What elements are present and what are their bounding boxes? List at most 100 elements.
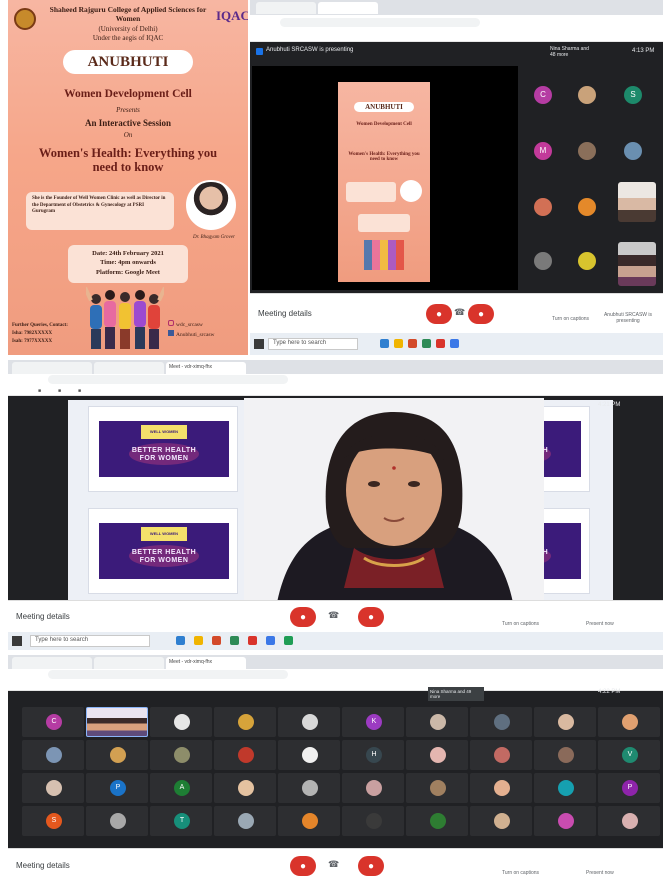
taskbar-app-icon[interactable]	[248, 636, 257, 645]
mic-off-button[interactable]: ●	[290, 607, 316, 627]
present-now-button[interactable]: Anubhuti SRCASW is presenting	[600, 312, 656, 324]
participant-tile[interactable]: P	[598, 773, 660, 803]
participant-tile[interactable]	[470, 707, 532, 737]
participant-tile[interactable]	[278, 806, 340, 836]
participant-tile[interactable]: V	[598, 740, 660, 770]
participant-tile[interactable]	[22, 773, 84, 803]
participant-tile[interactable]	[22, 740, 84, 770]
participant-tile[interactable]	[278, 707, 340, 737]
taskbar-app-icon[interactable]	[176, 636, 185, 645]
windows-start-icon[interactable]	[12, 636, 22, 646]
participant-tile[interactable]	[406, 773, 468, 803]
participant-tile[interactable]	[534, 740, 596, 770]
meeting-details-button[interactable]: Meeting details	[258, 309, 312, 318]
browser-tab[interactable]	[12, 362, 92, 374]
captions-button[interactable]: Turn on captions	[502, 870, 539, 876]
participant-tile[interactable]	[214, 740, 276, 770]
taskbar-app-icon[interactable]	[212, 636, 221, 645]
end-call-icon[interactable]: ☎	[328, 859, 339, 870]
participant-avatar[interactable]	[578, 198, 596, 216]
participant-tile[interactable]	[342, 806, 404, 836]
participant-tile[interactable]: T	[150, 806, 212, 836]
end-call-icon[interactable]: ☎	[454, 307, 465, 318]
camera-off-button[interactable]: ●	[358, 607, 384, 627]
captions-button[interactable]: Turn on captions	[502, 621, 539, 627]
taskbar-search[interactable]: Type here to search	[268, 338, 358, 350]
address-bar[interactable]	[48, 375, 288, 384]
participant-tile[interactable]	[470, 773, 532, 803]
participant-tile[interactable]	[214, 707, 276, 737]
participant-tile[interactable]: P	[86, 773, 148, 803]
participant-tile[interactable]	[470, 806, 532, 836]
participant-tile[interactable]: H	[342, 740, 404, 770]
speaker-video[interactable]	[244, 398, 544, 620]
taskbar-app-icon[interactable]	[284, 636, 293, 645]
camera-off-button[interactable]: ●	[468, 304, 494, 324]
participant-tile[interactable]	[278, 773, 340, 803]
participant-tile[interactable]	[598, 806, 660, 836]
folder-icon[interactable]	[194, 636, 203, 645]
browser-tab[interactable]	[12, 657, 92, 669]
participant-avatar[interactable]	[578, 252, 596, 270]
folder-icon[interactable]	[394, 339, 403, 348]
taskbar-app-icon[interactable]	[230, 636, 239, 645]
participant-avatar[interactable]	[578, 86, 596, 104]
meeting-details-button[interactable]: Meeting details	[16, 861, 70, 870]
participant-avatar[interactable]: C	[534, 86, 552, 104]
bookmark-item[interactable]: ■	[58, 388, 61, 394]
meeting-details-button[interactable]: Meeting details	[16, 612, 70, 621]
participant-tile[interactable]	[406, 740, 468, 770]
participant-tile[interactable]	[534, 707, 596, 737]
windows-start-icon[interactable]	[254, 339, 264, 349]
browser-tab-active[interactable]: Meet - vdr-ximq-fhx	[166, 657, 246, 669]
camera-off-button[interactable]: ●	[358, 856, 384, 876]
participant-tile[interactable]	[150, 740, 212, 770]
participant-avatar[interactable]	[578, 142, 596, 160]
chrome-icon[interactable]	[266, 636, 275, 645]
bookmark-item[interactable]: ■	[38, 388, 41, 394]
participant-tile[interactable]: C	[22, 707, 84, 737]
participant-tile[interactable]	[342, 773, 404, 803]
present-now-button[interactable]: Present now	[586, 621, 614, 627]
participant-tile[interactable]	[598, 707, 660, 737]
participant-tile[interactable]	[86, 740, 148, 770]
browser-tab-active[interactable]	[318, 2, 378, 14]
participant-tile[interactable]	[214, 773, 276, 803]
mic-off-button[interactable]: ●	[290, 856, 316, 876]
participant-video[interactable]	[618, 182, 656, 222]
participant-tile[interactable]	[278, 740, 340, 770]
participant-tile[interactable]	[534, 773, 596, 803]
bookmark-item[interactable]: ■	[78, 388, 81, 394]
participant-tile[interactable]	[214, 806, 276, 836]
participant-tile[interactable]: S	[22, 806, 84, 836]
participant-tile[interactable]	[150, 707, 212, 737]
participant-avatar[interactable]: S	[624, 86, 642, 104]
taskbar-app-icon[interactable]	[436, 339, 445, 348]
present-now-button[interactable]: Present now	[586, 870, 614, 876]
participant-avatar[interactable]	[624, 142, 642, 160]
participant-tile[interactable]	[534, 806, 596, 836]
browser-tab[interactable]	[94, 362, 164, 374]
participant-video-tile[interactable]	[86, 707, 148, 737]
participant-avatar[interactable]: M	[534, 142, 552, 160]
participant-tile[interactable]: A	[150, 773, 212, 803]
chrome-icon[interactable]	[450, 339, 459, 348]
taskbar-search[interactable]: Type here to search	[30, 635, 150, 647]
browser-tab-active[interactable]: Meet - vdr-ximq-fhx	[166, 362, 246, 374]
browser-tab[interactable]	[94, 657, 164, 669]
participant-tile[interactable]	[406, 707, 468, 737]
participant-tile[interactable]	[406, 806, 468, 836]
browser-tab[interactable]	[256, 2, 316, 14]
captions-button[interactable]: Turn on captions	[552, 316, 589, 322]
end-call-icon[interactable]: ☎	[328, 610, 339, 621]
address-bar[interactable]	[280, 18, 480, 27]
participant-tile[interactable]	[86, 806, 148, 836]
participant-tile[interactable]: K	[342, 707, 404, 737]
taskbar-app-icon[interactable]	[422, 339, 431, 348]
participant-avatar[interactable]	[534, 198, 552, 216]
participant-video[interactable]	[618, 242, 656, 286]
mic-off-button[interactable]: ●	[426, 304, 452, 324]
address-bar[interactable]	[48, 670, 288, 679]
participant-avatar[interactable]	[534, 252, 552, 270]
taskbar-app-icon[interactable]	[408, 339, 417, 348]
